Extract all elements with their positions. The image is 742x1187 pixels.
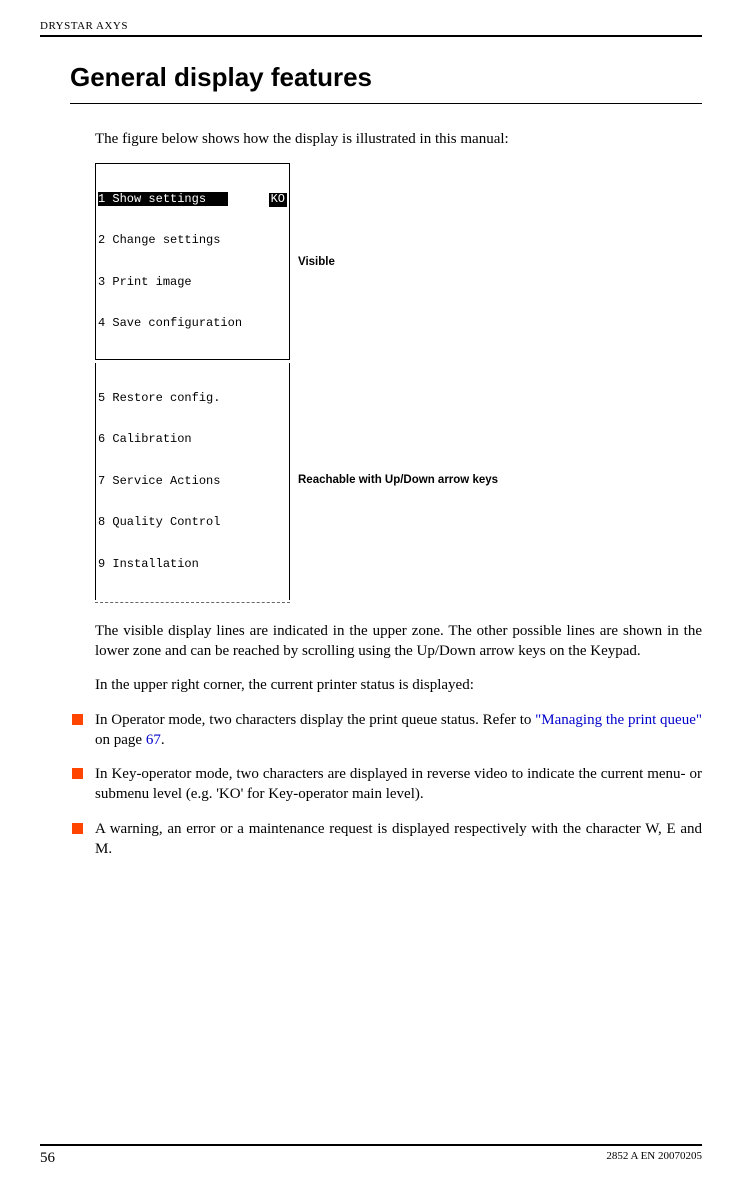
display-figure: 1 Show settings KO 2 Change settings 3 P… bbox=[95, 163, 702, 603]
lcd-upper-zone: 1 Show settings KO 2 Change settings 3 P… bbox=[95, 163, 290, 360]
section-title: General display features bbox=[70, 62, 702, 93]
bullet-text: A warning, an error or a maintenance req… bbox=[95, 819, 702, 860]
header-rule bbox=[40, 35, 702, 37]
bullet-text: In Key-operator mode, two characters are… bbox=[95, 764, 702, 805]
reachable-label: Reachable with Up/Down arrow keys bbox=[298, 474, 498, 486]
link-managing-queue[interactable]: "Managing the print queue" bbox=[535, 712, 702, 728]
bullet-warning-error: A warning, an error or a maintenance req… bbox=[72, 819, 702, 860]
link-page-67[interactable]: 67 bbox=[146, 732, 161, 748]
square-bullet-icon bbox=[72, 714, 83, 725]
visible-label: Visible bbox=[298, 256, 335, 268]
bullet-key-operator-mode: In Key-operator mode, two characters are… bbox=[72, 764, 702, 805]
footer-rule bbox=[40, 1144, 702, 1146]
square-bullet-icon bbox=[72, 823, 83, 834]
paragraph-zones: The visible display lines are indicated … bbox=[95, 621, 702, 662]
intro-paragraph: The figure below shows how the display i… bbox=[95, 129, 702, 149]
bullet-operator-mode: In Operator mode, two characters display… bbox=[72, 710, 702, 751]
section-rule bbox=[70, 103, 702, 104]
running-header: DRYSTAR AXYS bbox=[40, 20, 702, 35]
page-number: 56 bbox=[40, 1150, 55, 1167]
paragraph-status: In the upper right corner, the current p… bbox=[95, 675, 702, 695]
square-bullet-icon bbox=[72, 768, 83, 779]
lcd-lower-zone: 5 Restore config. 6 Calibration 7 Servic… bbox=[95, 363, 290, 600]
document-id: 2852 A EN 20070205 bbox=[606, 1150, 702, 1167]
bullet-text: In Operator mode, two characters display… bbox=[95, 710, 702, 751]
figure-dashed-rule bbox=[95, 602, 290, 603]
page-footer: 56 2852 A EN 20070205 bbox=[40, 1144, 702, 1167]
